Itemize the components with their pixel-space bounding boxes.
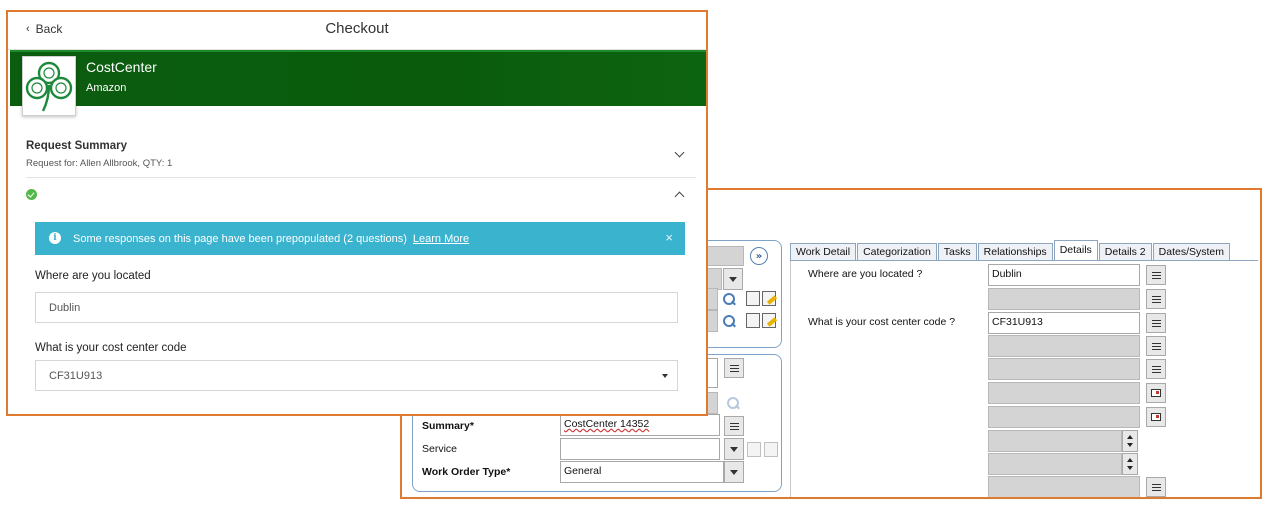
details-field-5[interactable] bbox=[988, 358, 1140, 380]
chevron-up-icon[interactable] bbox=[674, 191, 685, 202]
question-cost-center-label: What is your cost center code bbox=[35, 342, 187, 354]
chevron-down-icon bbox=[730, 469, 738, 475]
tab-work-detail[interactable]: Work Detail bbox=[790, 243, 857, 261]
details-field-5-menu-button[interactable] bbox=[1146, 359, 1166, 379]
details-field-7-card-button[interactable] bbox=[1146, 407, 1166, 427]
details-field-8-spinner[interactable] bbox=[1122, 430, 1138, 452]
edit-icon[interactable] bbox=[762, 313, 776, 328]
expand-button[interactable]: » bbox=[750, 247, 768, 265]
details-field-2[interactable] bbox=[988, 288, 1140, 310]
view-icon[interactable] bbox=[746, 313, 760, 328]
close-icon[interactable]: × bbox=[665, 230, 673, 245]
chevron-down-icon bbox=[729, 276, 737, 282]
spin-up-icon bbox=[1127, 458, 1133, 462]
spin-down-icon bbox=[1127, 443, 1133, 447]
list-icon bbox=[1151, 295, 1161, 303]
search-icon[interactable] bbox=[726, 396, 740, 410]
learn-more-link[interactable]: Learn More bbox=[413, 233, 469, 245]
request-summary-subtitle: Request for: Allen Allbrook, QTY: 1 bbox=[26, 158, 173, 169]
service-input[interactable] bbox=[560, 438, 720, 460]
tab-categorization[interactable]: Categorization bbox=[857, 243, 937, 261]
view-icon[interactable] bbox=[747, 442, 761, 457]
details-field-2-menu-button[interactable] bbox=[1146, 289, 1166, 309]
list-icon bbox=[729, 364, 739, 372]
checkout-window: ‹ Back Checkout CostCenter Amazon Reques… bbox=[6, 10, 708, 416]
tab-dates-system[interactable]: Dates/System bbox=[1152, 243, 1231, 261]
summary-label: Summary* bbox=[422, 420, 474, 432]
details-field-7[interactable] bbox=[988, 406, 1140, 428]
section-divider bbox=[26, 177, 696, 178]
prepopulated-info-bar: i Some responses on this page have been … bbox=[35, 222, 685, 255]
edit-icon[interactable] bbox=[762, 291, 776, 306]
settings-icon[interactable] bbox=[764, 442, 778, 457]
chevron-down-icon[interactable] bbox=[674, 147, 685, 158]
chevron-down-icon bbox=[730, 446, 738, 452]
shamrock-icon bbox=[25, 61, 73, 112]
spin-down-icon bbox=[1127, 466, 1133, 470]
tab-details-2[interactable]: Details 2 bbox=[1098, 243, 1152, 261]
question-location-label: Where are you located bbox=[35, 270, 151, 282]
info-message: Some responses on this page have been pr… bbox=[73, 232, 407, 245]
details-q2-label: What is your cost center code ? bbox=[808, 316, 956, 328]
request-summary-title: Request Summary bbox=[26, 140, 127, 152]
details-field-9[interactable] bbox=[988, 453, 1122, 475]
info-icon: i bbox=[49, 232, 61, 244]
page-title: Checkout bbox=[325, 20, 389, 37]
shamrock-logo bbox=[22, 56, 76, 116]
details-field-4[interactable] bbox=[988, 335, 1140, 357]
summary-menu-button[interactable] bbox=[724, 416, 744, 436]
card-icon bbox=[1151, 389, 1161, 397]
work-order-type-select[interactable]: General bbox=[560, 461, 724, 483]
work-order-type-dropdown-button[interactable] bbox=[724, 461, 744, 483]
details-field-10-menu-button[interactable] bbox=[1146, 477, 1166, 497]
summary-input[interactable]: CostCenter 14352 bbox=[560, 414, 720, 436]
tab-bar: Work Detail Categorization Tasks Relatio… bbox=[790, 240, 1231, 261]
card-icon bbox=[1151, 413, 1161, 421]
list-icon bbox=[1151, 342, 1161, 350]
search-icon[interactable] bbox=[722, 292, 736, 306]
details-q1-input[interactable]: Dublin bbox=[988, 264, 1140, 286]
hidden-menu-button[interactable] bbox=[724, 358, 744, 378]
spin-up-icon bbox=[1127, 435, 1133, 439]
hidden-field-1[interactable] bbox=[702, 246, 744, 266]
cost-center-value: CF31U913 bbox=[49, 369, 103, 382]
top-bar: ‹ Back Checkout bbox=[8, 12, 706, 50]
service-label: Service bbox=[422, 443, 458, 455]
cost-center-select[interactable]: CF31U913 bbox=[35, 360, 678, 391]
list-icon bbox=[1151, 319, 1161, 327]
pane-separator bbox=[790, 260, 791, 497]
check-circle-icon bbox=[26, 189, 37, 200]
details-field-6[interactable] bbox=[988, 382, 1140, 404]
location-input[interactable]: Dublin bbox=[35, 292, 678, 323]
caret-down-icon bbox=[662, 374, 668, 378]
work-order-type-label: Work Order Type* bbox=[422, 466, 511, 478]
tab-relationships[interactable]: Relationships bbox=[977, 243, 1053, 261]
details-q1-menu-button[interactable] bbox=[1146, 265, 1166, 285]
details-field-8[interactable] bbox=[988, 430, 1122, 452]
list-icon bbox=[1151, 365, 1161, 373]
search-icon[interactable] bbox=[722, 314, 736, 328]
tab-tasks[interactable]: Tasks bbox=[937, 243, 977, 261]
tab-underline bbox=[790, 260, 1258, 261]
view-icon[interactable] bbox=[746, 291, 760, 306]
details-field-4-menu-button[interactable] bbox=[1146, 336, 1166, 356]
service-title: CostCenter bbox=[86, 59, 157, 75]
service-subtitle: Amazon bbox=[86, 82, 127, 94]
hidden-dropdown-button[interactable] bbox=[723, 268, 743, 290]
details-field-9-spinner[interactable] bbox=[1122, 453, 1138, 475]
details-q2-menu-button[interactable] bbox=[1146, 313, 1166, 333]
details-field-10[interactable] bbox=[988, 476, 1140, 497]
details-q2-input[interactable]: CF31U913 bbox=[988, 312, 1140, 334]
service-dropdown-button[interactable] bbox=[724, 438, 744, 460]
details-q1-label: Where are you located ? bbox=[808, 268, 923, 280]
tab-details[interactable]: Details bbox=[1053, 240, 1098, 261]
list-icon bbox=[1151, 483, 1161, 491]
details-field-6-card-button[interactable] bbox=[1146, 383, 1166, 403]
list-icon bbox=[729, 422, 739, 430]
list-icon bbox=[1151, 271, 1161, 279]
